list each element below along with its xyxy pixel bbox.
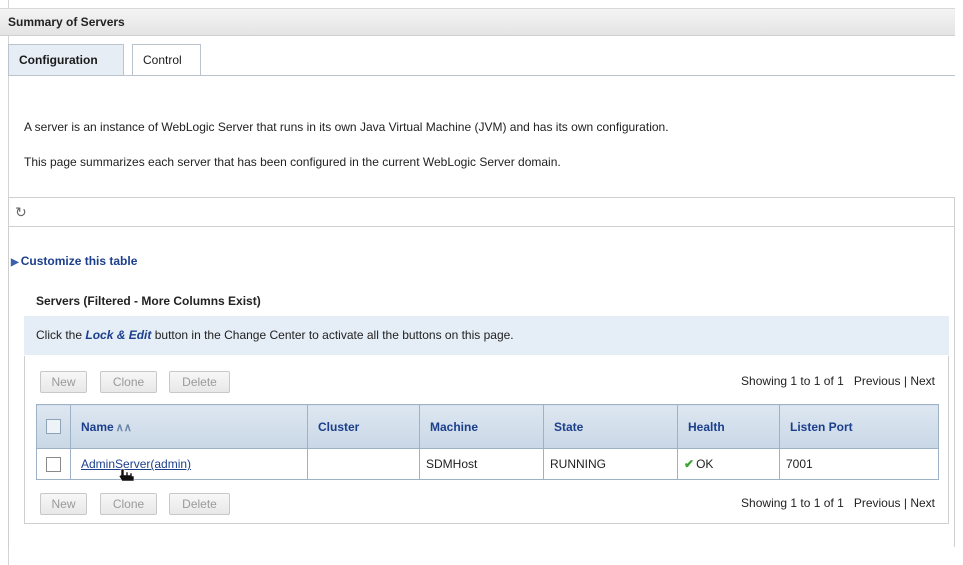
- delete-button-bottom[interactable]: Delete: [169, 493, 230, 515]
- sort-ascending-icon: ∧∧: [115, 421, 132, 434]
- table-header-row: Name ∧∧ Cluster Machine State Health List…: [36, 404, 939, 449]
- column-header-listen-port[interactable]: Listen Port: [779, 404, 939, 449]
- pager-bottom: Showing 1 to 1 of 1 Previous | Next: [741, 496, 935, 510]
- cell-name: AdminServer(admin): [70, 448, 308, 480]
- column-header-state[interactable]: State: [543, 404, 678, 449]
- refresh-icon[interactable]: ↻: [15, 204, 27, 220]
- select-all-checkbox[interactable]: [46, 419, 61, 435]
- table-row: AdminServer(admin) SDMHost RUNNING ✔ OK 7…: [36, 448, 939, 480]
- column-header-name[interactable]: Name ∧∧: [70, 404, 308, 449]
- column-header-health[interactable]: Health: [677, 404, 780, 449]
- pager-separator: |: [903, 374, 907, 388]
- table-title: Servers (Filtered - More Columns Exist): [36, 294, 261, 308]
- clone-button-top[interactable]: Clone: [100, 371, 157, 393]
- pager-separator: |: [903, 496, 907, 510]
- cell-state: RUNNING: [543, 448, 678, 480]
- lock-edit-note: Click the Lock & Edit button in the Chan…: [24, 316, 949, 355]
- description-line-1: A server is an instance of WebLogic Serv…: [24, 120, 669, 134]
- pager-next[interactable]: Next: [910, 374, 935, 388]
- pager-showing: Showing 1 to 1 of 1: [741, 374, 844, 388]
- lock-note-prefix: Click the: [36, 328, 83, 342]
- health-text: OK: [696, 457, 714, 471]
- cell-health: ✔ OK: [677, 448, 780, 480]
- expand-triangle-icon: ▶: [11, 257, 19, 268]
- column-header-machine[interactable]: Machine: [419, 404, 544, 449]
- clone-button-bottom[interactable]: Clone: [100, 493, 157, 515]
- refresh-toolbar: ↻: [8, 197, 955, 227]
- new-button-top[interactable]: New: [40, 371, 87, 393]
- cell-listen-port: 7001: [779, 448, 939, 480]
- hand-cursor-icon: [118, 468, 135, 482]
- servers-table: Name ∧∧ Cluster Machine State Health List…: [36, 404, 939, 480]
- cell-cluster: [307, 448, 420, 480]
- customize-table-link[interactable]: ▶ Customize this table: [11, 254, 137, 268]
- lock-note-suffix: button in the Change Center to activate …: [154, 328, 514, 342]
- pager-previous[interactable]: Previous: [854, 374, 901, 388]
- checkmark-icon: ✔: [684, 457, 695, 471]
- pager-showing: Showing 1 to 1 of 1: [741, 496, 844, 510]
- page-title: Summary of Servers: [0, 8, 955, 36]
- pager-next[interactable]: Next: [910, 496, 935, 510]
- row-checkbox[interactable]: [46, 456, 61, 472]
- pager-top: Showing 1 to 1 of 1 Previous | Next: [741, 374, 935, 388]
- select-all-header: [36, 404, 71, 449]
- delete-button-top[interactable]: Delete: [169, 371, 230, 393]
- tab-control[interactable]: Control: [132, 44, 201, 76]
- new-button-bottom[interactable]: New: [40, 493, 87, 515]
- tab-divider: [8, 75, 955, 76]
- description-line-2: This page summarizes each server that ha…: [24, 155, 561, 169]
- cell-machine: SDMHost: [419, 448, 544, 480]
- customize-label: Customize this table: [20, 254, 138, 268]
- lock-note-emphasis: Lock & Edit: [85, 328, 152, 342]
- column-header-cluster[interactable]: Cluster: [307, 404, 420, 449]
- tab-configuration[interactable]: Configuration: [8, 44, 124, 76]
- pager-previous[interactable]: Previous: [854, 496, 901, 510]
- row-select-cell: [36, 448, 71, 480]
